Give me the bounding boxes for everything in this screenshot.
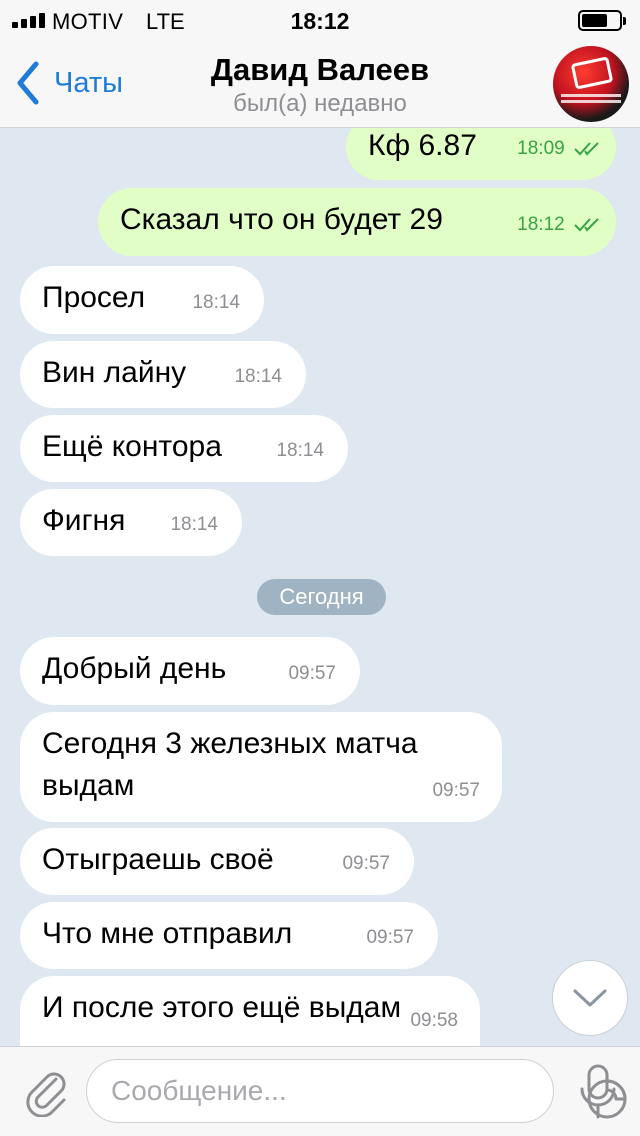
message-incoming[interactable]: Отыграешь своё 09:57 xyxy=(20,828,414,895)
message-incoming[interactable]: Просел 18:14 xyxy=(20,266,264,334)
message-text: И после этого ещё выдам xyxy=(42,991,402,1024)
message-time: 18:12 xyxy=(517,204,602,246)
date-separator: Сегодня xyxy=(257,579,386,615)
message-incoming[interactable]: Что мне отправил 09:57 xyxy=(20,902,438,969)
message-time: 18:14 xyxy=(276,440,324,461)
message-time: 09:57 xyxy=(342,853,390,874)
message-text: Что мне отправил xyxy=(42,917,293,950)
top-bar: MOTIV LTE 18:12 Чаты Давид Валеев был(а)… xyxy=(0,0,640,128)
double-check-icon xyxy=(574,142,599,156)
avatar[interactable] xyxy=(553,46,629,122)
message-time: 09:57 xyxy=(288,663,336,684)
status-bar: MOTIV LTE 18:12 xyxy=(0,0,640,40)
message-incoming[interactable]: И после этого ещё выдам 09:58 xyxy=(20,976,480,1046)
message-outgoing[interactable]: Сказал что он будет 29 18:12 xyxy=(98,188,616,256)
message-text: Фигня xyxy=(42,504,126,537)
message-text: Отыграешь своё xyxy=(42,843,274,876)
message-text: Ещё контора xyxy=(42,430,222,463)
message-text: Добрый день xyxy=(42,652,227,685)
message-time: 18:14 xyxy=(170,514,218,535)
message-text: Вин лайну xyxy=(42,356,187,389)
contact-status: был(а) недавно xyxy=(233,90,407,117)
chat-area[interactable]: Кф 6.87 18:09 Сказал что он будет 29 18:… xyxy=(0,128,640,1046)
status-time: 18:12 xyxy=(290,8,350,34)
contact-name[interactable]: Давид Валеев xyxy=(0,52,640,88)
paperclip-icon[interactable] xyxy=(20,1065,72,1117)
scroll-down-button[interactable] xyxy=(552,960,628,1036)
message-time: 18:14 xyxy=(234,366,282,387)
message-text: Просел xyxy=(42,281,146,314)
message-time: 09:57 xyxy=(366,927,414,948)
message-incoming[interactable]: Вин лайну 18:14 xyxy=(20,341,306,408)
message-text: Сказал что он будет 29 xyxy=(120,203,443,236)
message-text: Кф 6.87 xyxy=(368,129,477,162)
message-time: 09:57 xyxy=(432,780,480,801)
message-input-bar xyxy=(0,1046,640,1136)
message-incoming[interactable]: Фигня 18:14 xyxy=(20,489,242,556)
message-input[interactable] xyxy=(111,1068,491,1114)
message-text: Сегодня 3 железных матча выдам xyxy=(42,727,418,802)
message-incoming[interactable]: Ещё контора 18:14 xyxy=(20,415,348,482)
double-check-icon xyxy=(574,218,599,232)
message-incoming[interactable]: Добрый день 09:57 xyxy=(20,637,360,705)
message-field[interactable] xyxy=(86,1059,627,1123)
message-time: 18:14 xyxy=(192,292,240,313)
battery-icon xyxy=(578,10,626,31)
chevron-down-icon xyxy=(573,989,607,1007)
microphone-icon[interactable] xyxy=(578,1063,618,1121)
message-incoming[interactable]: Сегодня 3 железных матча выдам 09:57 xyxy=(20,712,502,822)
message-time: 09:58 xyxy=(410,1010,458,1031)
message-time: 18:09 xyxy=(517,128,602,170)
message-outgoing[interactable]: Кф 6.87 18:09 xyxy=(346,128,616,180)
